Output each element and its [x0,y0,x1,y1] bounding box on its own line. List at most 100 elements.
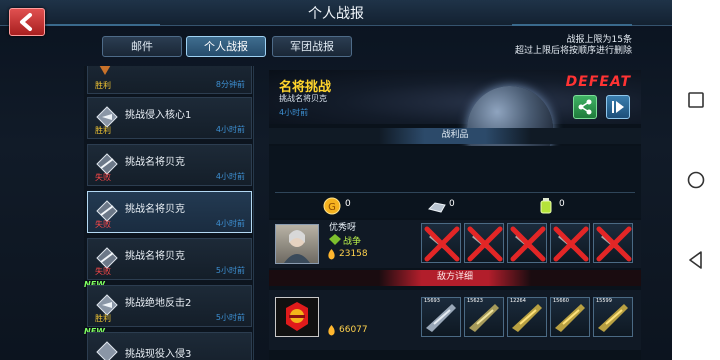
player-avatar [275,224,319,264]
medal-icon [99,66,111,75]
destroyed-x-icon [596,226,632,262]
report-time: 4小时前 [215,172,245,181]
battle-outcome: DEFEAT [565,74,631,90]
svg-text:G: G [328,202,336,213]
loot-header: 战利品 [269,128,641,144]
report-title: 挑战侵入核心1 [125,110,192,121]
destroyed-x-icon [467,226,503,262]
enemy-row: 66077 15693 15623 12264 15660 15599 [269,290,641,350]
report-limit-note: 战报上限为15条 超过上限后将按顺序进行删除 [515,35,632,57]
report-time: 5小时前 [215,313,245,322]
ship-emblem-icon [96,341,118,360]
report-time: 4小时前 [215,219,245,228]
report-result: 胜利 [95,81,111,90]
report-item-1[interactable]: 挑战侵入核心1 胜利 4小时前 [87,97,252,139]
report-title: 挑战名将贝克 [125,251,185,262]
enemy-power: 66077 [339,325,368,335]
replay-button[interactable] [606,95,630,119]
loot-gold: G 0 [323,197,351,215]
report-time: 5小时前 [215,266,245,275]
report-title: 挑战名将贝克 [125,204,185,215]
report-item-4[interactable]: 挑战名将贝克 失败 5小时前 [87,238,252,280]
tab-legion-reports[interactable]: 军团战报 [272,36,352,57]
report-item-3[interactable]: 挑战名将贝克 失败 4小时前 [87,191,252,233]
loot-metal: 0 [427,197,455,215]
system-navigation-bar [672,0,720,360]
report-result: 胜利 [95,314,111,323]
report-result: 失败 [95,173,111,182]
report-item-5[interactable]: 挑战绝地反击2 胜利 5小时前 [87,285,252,327]
game-screen: 个人战报 邮件 个人战报 军团战报 战报上限为15条 超过上限后将按顺序进行删除… [0,0,672,360]
destroyed-ship-slot-3[interactable] [507,223,547,263]
enemy-ship-slot-2[interactable]: 15623 [464,297,504,337]
report-time: 4小时前 [215,125,245,134]
destroyed-ship-slot-5[interactable] [593,223,633,263]
destroyed-ship-slot-1[interactable] [421,223,461,263]
loot-energy-value: 0 [559,199,565,209]
tab-mail[interactable]: 邮件 [102,36,182,57]
war-status-icon [329,234,341,245]
share-icon [578,99,592,115]
ship-level: 15693 [424,298,440,304]
report-time: 8分钟前 [215,80,245,89]
player-power: 23158 [339,249,368,259]
ship-level: 15599 [596,298,612,304]
ship-level: 15623 [467,298,483,304]
report-item-6[interactable]: 挑战现役入侵3 [87,332,252,360]
destroyed-x-icon [424,226,460,262]
player-name: 优秀呀 [329,223,357,233]
battle-banner: 名将挑战 挑战名将贝克 4小时前 DEFEAT [269,70,641,172]
energy-crystal-icon [540,198,552,214]
report-detail: 名将挑战 挑战名将贝克 4小时前 DEFEAT 战利品 G 0 0 0 优秀呀 … [269,70,641,360]
enemy-faction-emblem-icon [286,302,308,331]
back-button[interactable] [9,8,45,36]
battle-time: 4小时前 [279,108,309,117]
recent-apps-icon[interactable] [684,88,708,112]
limit-note-line-1: 战报上限为15条 [566,35,632,45]
enemy-ship-slot-5[interactable]: 15599 [593,297,633,337]
loot-energy: 0 [537,197,565,215]
destroyed-ship-slot-4[interactable] [550,223,590,263]
page-title: 个人战报 [308,6,364,22]
power-flame-icon [328,249,335,260]
player-row: 优秀呀 战争 23158 [269,220,641,268]
report-title: 挑战绝地反击2 [125,298,192,309]
loot-gold-value: 0 [345,199,351,209]
limit-note-line-2: 超过上限后将按顺序进行删除 [514,46,632,56]
report-result: 失败 [95,220,111,229]
battle-subtitle: 挑战名将贝克 [279,94,327,103]
commander-portrait-icon [284,230,310,263]
play-icon [612,101,624,113]
report-result: 失败 [95,267,111,276]
destroyed-ship-slot-2[interactable] [464,223,504,263]
ship-level: 15660 [553,298,569,304]
destroyed-x-icon [553,226,589,262]
player-war-status: 战争 [343,237,362,247]
report-title: 挑战名将贝克 [125,157,185,168]
enemy-avatar [275,297,319,337]
report-list[interactable]: 胜利 8分钟前 挑战侵入核心1 胜利 4小时前 挑战名将贝克 失败 4小时前 挑… [84,66,254,360]
report-item-2[interactable]: 挑战名将贝克 失败 4小时前 [87,144,252,186]
loot-divider [275,192,635,193]
back-nav-icon[interactable] [684,248,708,272]
report-item-0[interactable]: 胜利 8分钟前 [87,66,252,94]
tab-personal-reports[interactable]: 个人战报 [186,36,266,57]
enemy-heading: 敌方详细 [379,270,531,286]
home-icon[interactable] [684,168,708,192]
loot-heading: 战利品 [379,128,531,144]
title-bar: 个人战报 [0,0,672,26]
report-title: 挑战现役入侵3 [125,349,192,360]
ship-level: 12264 [510,298,526,304]
gold-coin-icon: G [323,197,341,215]
enemy-header: 敌方详细 [269,270,641,286]
destroyed-x-icon [510,226,546,262]
power-flame-icon [328,325,335,336]
share-button[interactable] [573,95,597,119]
enemy-ship-slot-3[interactable]: 12264 [507,297,547,337]
report-result: 胜利 [95,126,111,135]
metal-ore-icon [428,202,446,213]
back-arrow-icon [20,13,32,31]
loot-metal-value: 0 [449,199,455,209]
enemy-ship-slot-4[interactable]: 15660 [550,297,590,337]
enemy-ship-slot-1[interactable]: 15693 [421,297,461,337]
